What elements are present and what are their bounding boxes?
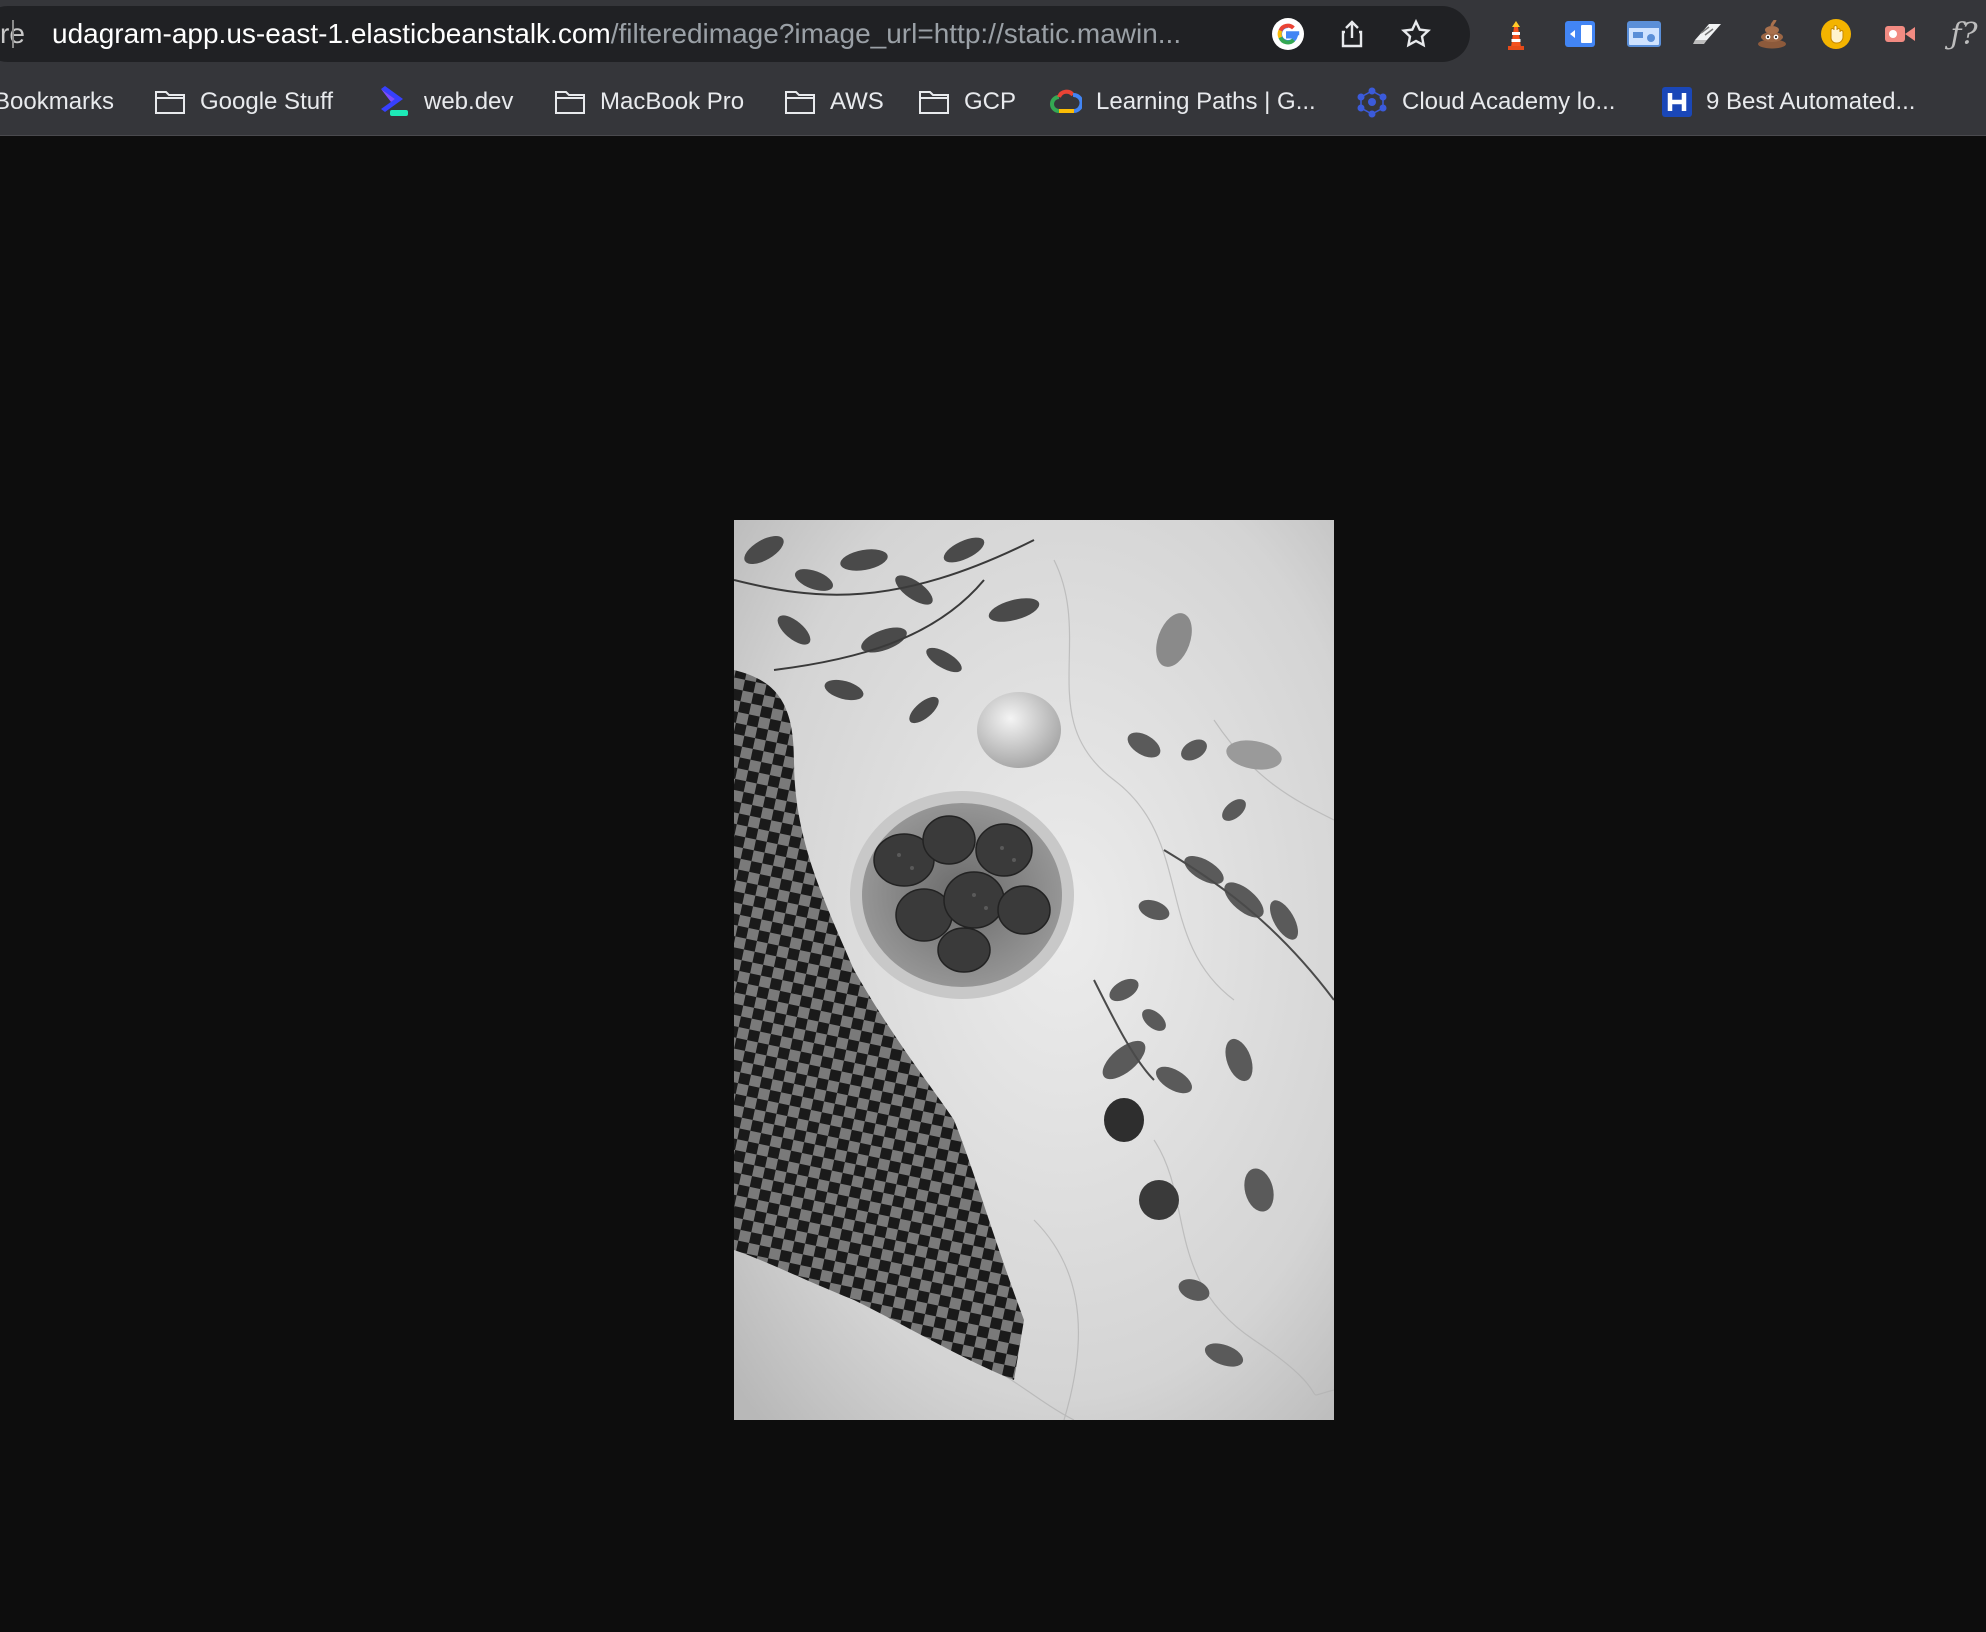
bookmark-label: MacBook Pro [600, 88, 745, 115]
share-icon[interactable] [1332, 14, 1372, 54]
bookmark-label: AWS [830, 88, 884, 115]
tab-manager-icon[interactable] [1624, 14, 1664, 54]
formula-icon[interactable]: ƒ? [1944, 14, 1984, 54]
bookmark-9-best-automated[interactable]: 9 Best Automated... [1662, 68, 1915, 136]
filtered-image [734, 520, 1334, 1420]
bookmark-macbook-pro[interactable]: MacBook Pro [554, 68, 744, 136]
poop-emoji-icon[interactable] [1752, 14, 1792, 54]
webdev-icon [381, 86, 408, 116]
cloud-academy-icon [1357, 87, 1387, 118]
h-logo-icon [1662, 87, 1692, 117]
bookmark-web-dev[interactable]: web.dev [378, 68, 513, 136]
folder-icon [785, 91, 815, 114]
split-screen-icon[interactable] [1560, 14, 1600, 54]
bookmark-aws[interactable]: AWS [784, 68, 884, 136]
bookmark-google-stuff[interactable]: Google Stuff [154, 68, 333, 136]
address-bar[interactable]: re udagram-app.us-east-1.elasticbeanstal… [0, 6, 1470, 62]
bookmark-label: web.dev [424, 88, 514, 115]
bookmarks-bar: Bookmarks Google Stuff web.dev MacBook P… [0, 68, 1986, 136]
bookmark-label: Cloud Academy lo... [1402, 88, 1616, 115]
bookmark-star-icon[interactable] [1396, 14, 1436, 54]
bookmark-label: Learning Paths | G... [1096, 88, 1316, 115]
bookmark-label: 9 Best Automated... [1706, 88, 1916, 115]
bookmark-learning-paths[interactable]: Learning Paths | G... [1050, 68, 1316, 136]
bookmark-gcp[interactable]: GCP [918, 68, 1016, 136]
bookmark-label: Bookmarks [0, 88, 115, 115]
bookmark-all-bookmarks[interactable]: Bookmarks [0, 68, 114, 136]
video-record-icon[interactable] [1880, 14, 1920, 54]
hand-badge-icon[interactable] [1816, 14, 1856, 54]
folder-icon [919, 91, 949, 114]
url-host: udagram-app.us-east-1.elasticbeanstalk.c… [52, 18, 611, 49]
lighthouse-icon[interactable] [1496, 14, 1536, 54]
page-content [0, 137, 1986, 1632]
bookmark-label: GCP [964, 88, 1017, 115]
address-bar-divider [12, 20, 14, 48]
google-cloud-icon [1050, 89, 1082, 113]
url-path: /filteredimage?image_url=http://static.m… [610, 18, 1182, 49]
url-text[interactable]: udagram-app.us-east-1.elasticbeanstalk.c… [52, 6, 1252, 62]
bookmark-cloud-academy[interactable]: Cloud Academy lo... [1356, 68, 1615, 136]
google-lens-icon[interactable] [1268, 14, 1308, 54]
bookmark-label: Google Stuff [200, 88, 333, 115]
browser-toolbar: re udagram-app.us-east-1.elasticbeanstal… [0, 0, 1986, 68]
eraser-icon[interactable] [1688, 14, 1728, 54]
folder-icon [555, 91, 585, 114]
folder-icon [155, 91, 185, 114]
